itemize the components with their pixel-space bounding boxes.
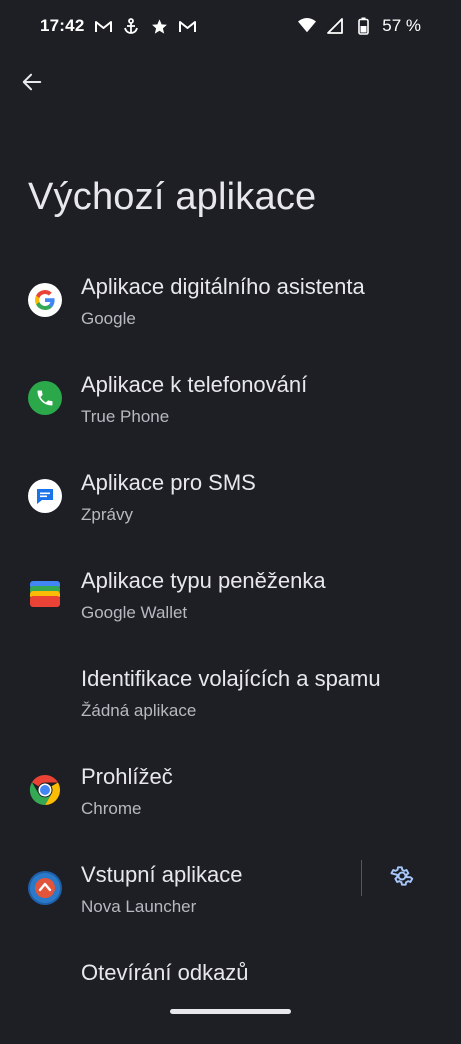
list-item-browser[interactable]: Prohlížeč Chrome xyxy=(0,750,461,848)
list-item-wallet-app[interactable]: Aplikace typu peněženka Google Wallet xyxy=(0,554,461,652)
list-item-home-app[interactable]: Vstupní aplikace Nova Launcher xyxy=(0,848,461,946)
chrome-icon xyxy=(28,773,62,807)
arrow-back-icon xyxy=(21,71,43,98)
list-item-title: Otevírání odkazů xyxy=(81,960,249,985)
gmail-icon xyxy=(178,17,196,35)
list-item-subtitle: Google xyxy=(81,309,136,328)
status-time: 17:42 xyxy=(40,16,85,35)
star-icon xyxy=(150,17,168,35)
page-title: Výchozí aplikace xyxy=(28,176,317,218)
phone-icon xyxy=(28,381,62,415)
list-item-title: Prohlížeč xyxy=(81,764,173,789)
back-button[interactable] xyxy=(18,70,46,98)
list-item-subtitle: Zprávy xyxy=(81,505,133,524)
messages-icon xyxy=(28,479,62,513)
gesture-nav-handle[interactable] xyxy=(170,1009,291,1014)
vertical-divider xyxy=(361,860,362,896)
cellular-icon xyxy=(326,17,344,35)
list-item-opening-links[interactable]: Otevírání odkazů xyxy=(0,946,461,1044)
gmail-icon xyxy=(94,17,112,35)
list-item-title: Aplikace digitálního asistenta xyxy=(81,274,365,299)
battery-icon xyxy=(354,17,372,35)
list-item-title: Vstupní aplikace xyxy=(81,862,243,887)
gear-icon xyxy=(390,864,414,893)
battery-percent: 57 % xyxy=(382,16,421,35)
anchor-icon xyxy=(122,17,140,35)
list-item-title: Identifikace volajících a spamu xyxy=(81,666,381,691)
list-item-subtitle: Žádná aplikace xyxy=(81,701,197,720)
nova-launcher-icon xyxy=(28,871,62,905)
wallet-icon xyxy=(28,577,62,611)
list-item-subtitle: Google Wallet xyxy=(81,603,188,622)
google-icon xyxy=(28,283,62,317)
list-item-digital-assistant[interactable]: Aplikace digitálního asistenta Google xyxy=(0,260,461,358)
list-item-subtitle: True Phone xyxy=(81,407,170,426)
list-item-subtitle: Nova Launcher xyxy=(81,897,197,916)
list-item-title: Aplikace typu peněženka xyxy=(81,568,326,593)
list-item-subtitle: Chrome xyxy=(81,799,142,818)
list-item-phone-app[interactable]: Aplikace k telefonování True Phone xyxy=(0,358,461,456)
list-item-caller-id-spam[interactable]: Identifikace volajících a spamu Žádná ap… xyxy=(0,652,461,750)
home-app-settings-button[interactable] xyxy=(388,864,416,892)
list-item-title: Aplikace k telefonování xyxy=(81,372,308,397)
list-item-sms-app[interactable]: Aplikace pro SMS Zprávy xyxy=(0,456,461,554)
status-bar: 17:42 57 % xyxy=(0,0,461,52)
wifi-icon xyxy=(298,17,317,35)
list-item-title: Aplikace pro SMS xyxy=(81,470,256,495)
